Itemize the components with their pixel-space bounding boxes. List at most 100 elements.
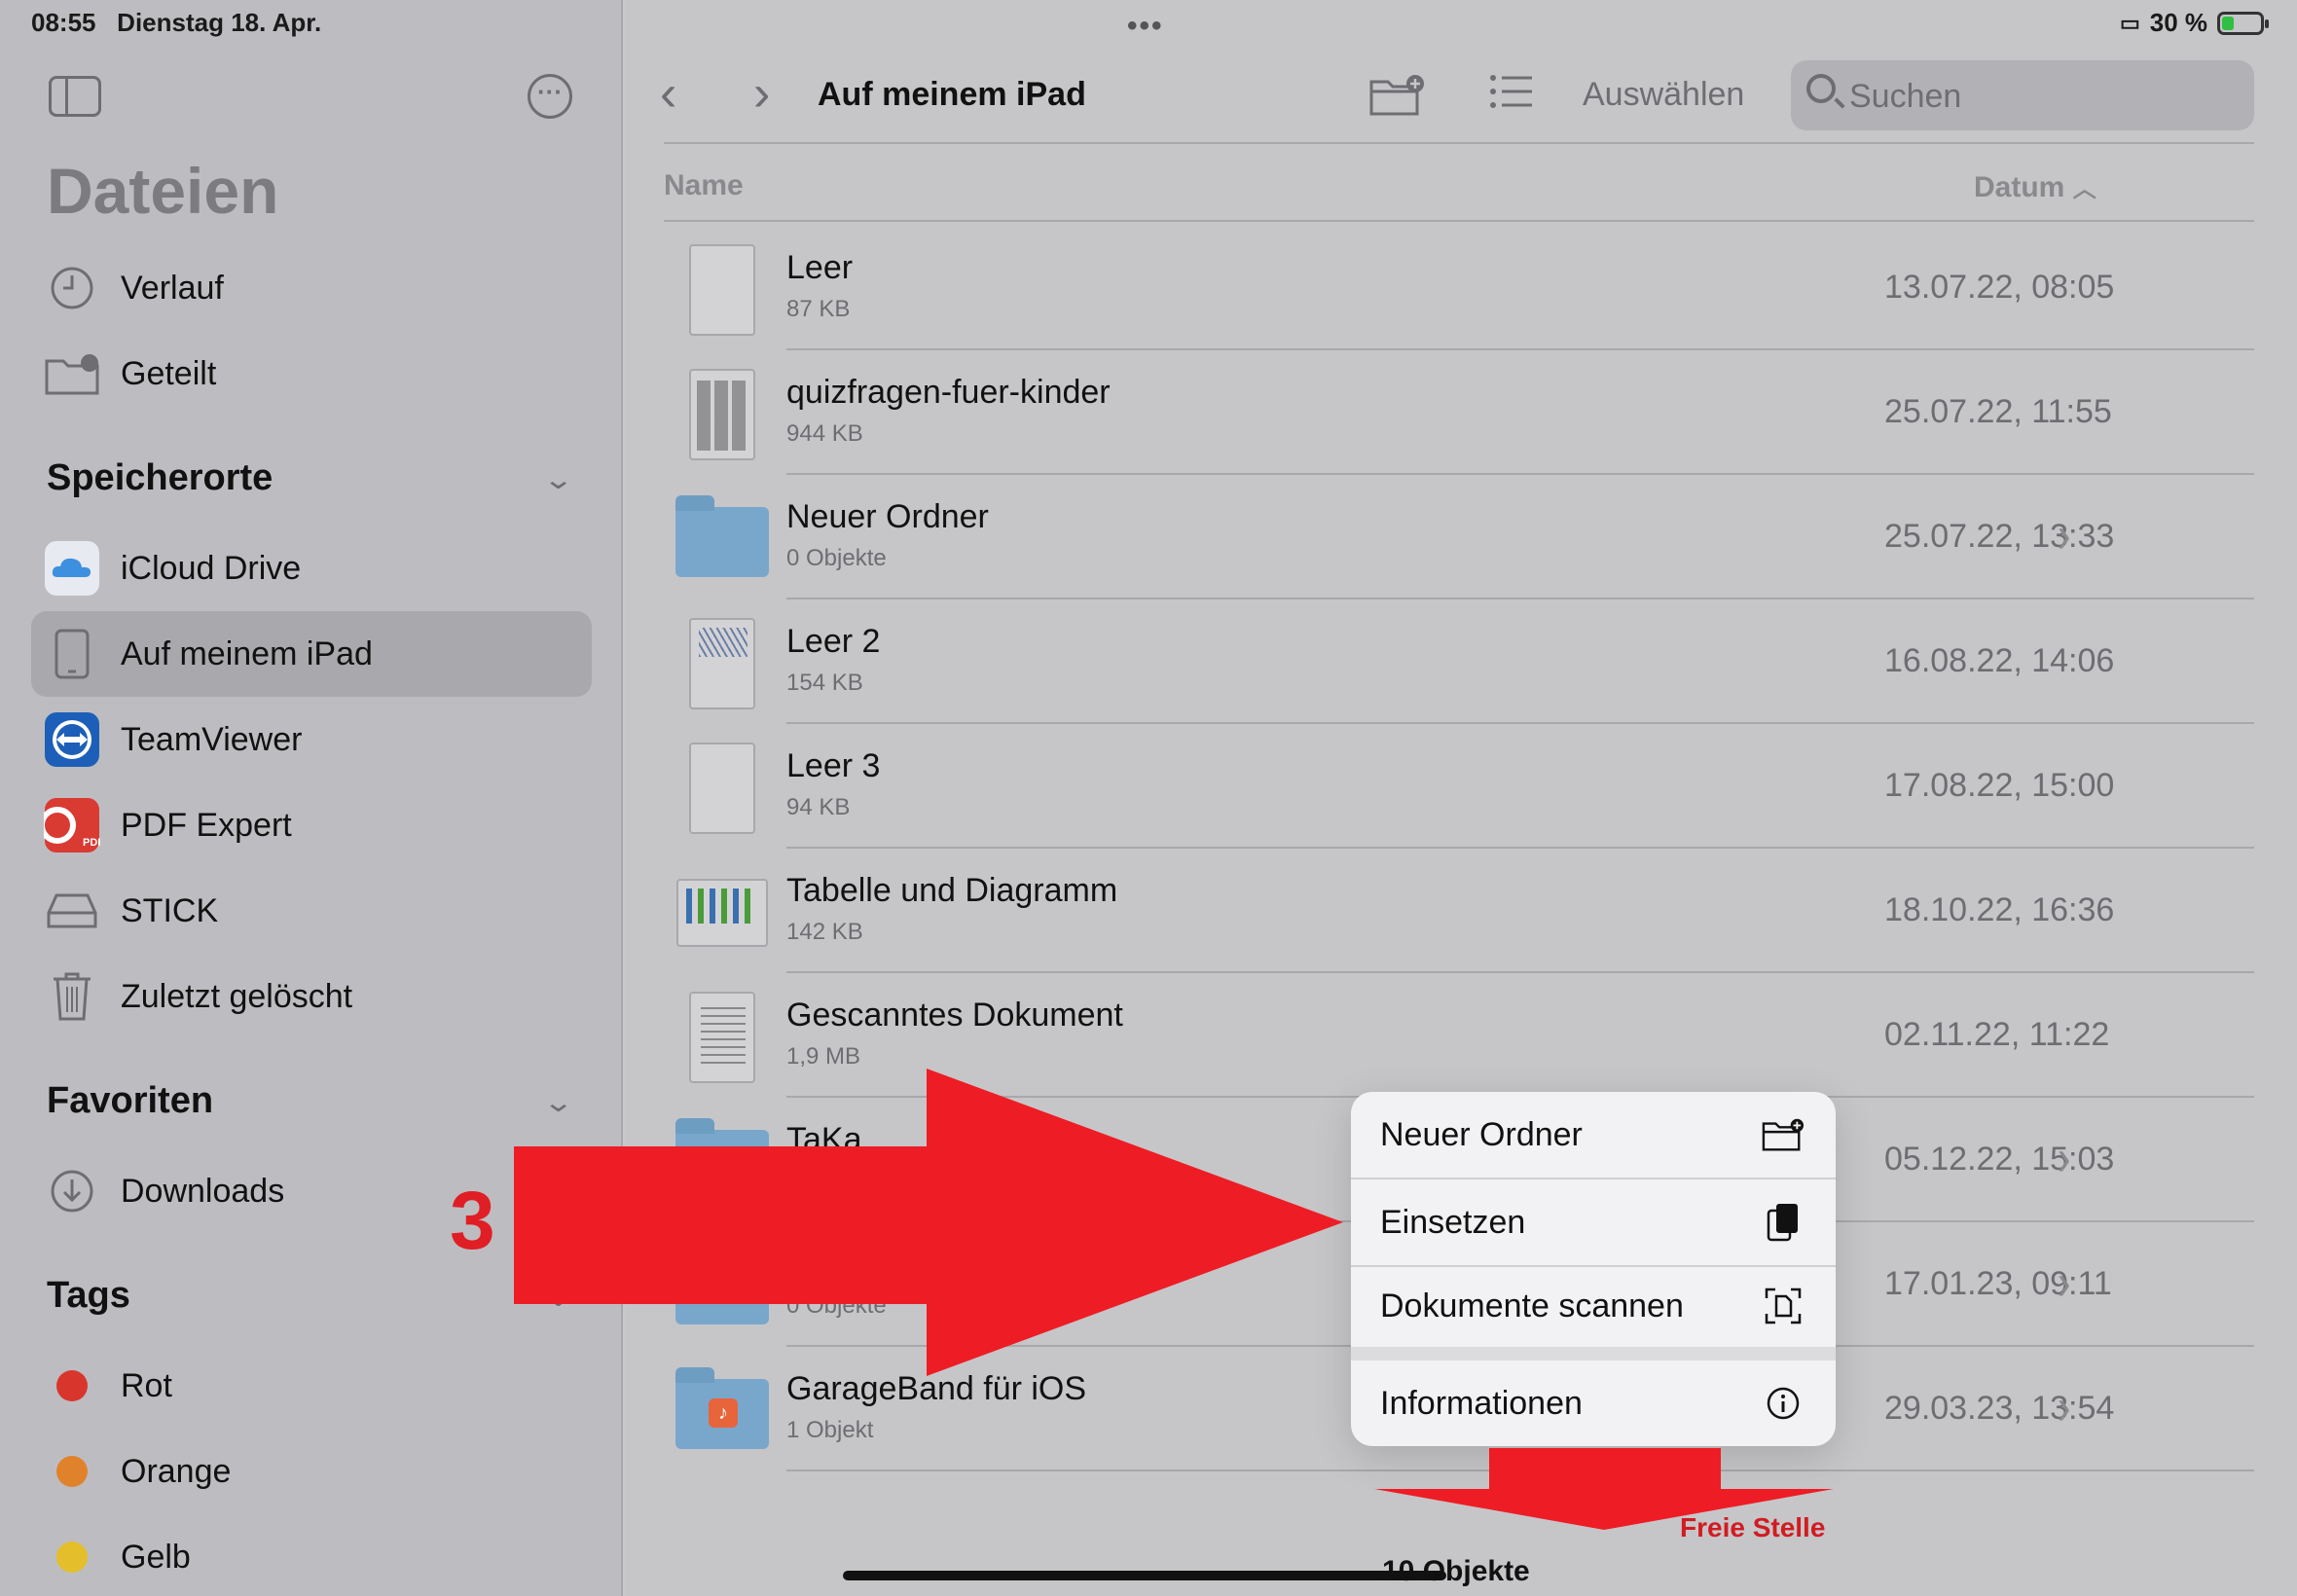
file-meta: 87 KB — [786, 296, 851, 322]
shared-folder-icon — [43, 345, 101, 403]
menu-item-new-folder[interactable]: Neuer Ordner — [1351, 1092, 1836, 1178]
svg-text:PDF: PDF — [83, 837, 100, 849]
file-date: 29.03.23, 13:54 — [1884, 1390, 2115, 1427]
menu-item-paste[interactable]: Einsetzen — [1351, 1179, 1836, 1265]
chevron-right-icon: › — [2058, 1130, 2071, 1186]
info-icon — [1762, 1382, 1805, 1425]
chevron-right-icon: › — [2058, 507, 2071, 563]
search-field[interactable] — [1791, 60, 2254, 130]
sidebar-item-tag-orange[interactable]: Orange — [31, 1429, 592, 1514]
garageband-icon: ♪ — [709, 1398, 738, 1428]
paste-icon — [1762, 1201, 1805, 1244]
file-name: Tabelle und Diagramm — [786, 872, 1118, 909]
toolbar-divider — [664, 142, 2254, 144]
new-folder-icon[interactable] — [1368, 74, 1425, 127]
menu-item-info[interactable]: Informationen — [1351, 1360, 1836, 1446]
sidebar-item-auf-meinem-ipad[interactable]: Auf meinem iPad — [31, 611, 592, 697]
file-date: 17.08.22, 15:00 — [1884, 767, 2115, 804]
file-row[interactable]: Leer 87 KB 13.07.22, 08:05 — [664, 226, 2254, 350]
menu-item-label: Einsetzen — [1380, 1203, 1526, 1241]
tag-color-dot — [56, 1456, 88, 1487]
item-count: 10 Objekte — [1382, 1555, 1530, 1587]
ipad-icon — [43, 625, 101, 683]
sidebar-item-label: Gelb — [121, 1538, 191, 1576]
section-title-locations: Speicherorte — [47, 457, 273, 498]
sidebar-item-zuletzt-geloescht[interactable]: Zuletzt gelöscht — [31, 954, 592, 1039]
file-row[interactable]: Tabelle und Diagramm 142 KB 18.10.22, 16:3… — [664, 849, 2254, 973]
file-row[interactable]: Neuer Ordner 0 Objekte 25.07.22, 13:33 › — [664, 475, 2254, 599]
file-row[interactable]: Leer 3 94 KB 17.08.22, 15:00 — [664, 724, 2254, 849]
home-indicator[interactable] — [843, 1571, 1446, 1580]
folder-icon: ♪ — [675, 1367, 769, 1449]
file-name: TaKa — [786, 1121, 862, 1158]
file-meta: 1 Objekt — [786, 1417, 874, 1443]
sidebar-item-label: PDF Expert — [121, 806, 292, 844]
pdf-expert-icon: PDF — [43, 796, 101, 854]
sidebar-item-verlauf[interactable]: Verlauf — [31, 245, 592, 331]
file-date: 17.01.23, 09:11 — [1884, 1265, 2112, 1302]
forward-chevron-icon[interactable]: › — [753, 64, 770, 123]
sidebar-item-tag-gelb[interactable]: Gelb — [31, 1514, 592, 1596]
chevron-down-icon[interactable]: ⌄ — [542, 1086, 574, 1118]
drive-icon — [43, 882, 101, 940]
sidebar-item-geteilt[interactable]: Geteilt — [31, 331, 592, 417]
multitasking-dots[interactable]: ••• — [1127, 10, 1164, 43]
column-header-date[interactable]: Datum ︿ — [1974, 169, 2096, 204]
chevron-right-icon: › — [2058, 1254, 2071, 1311]
scan-document-icon — [1762, 1285, 1805, 1327]
sidebar-item-label: Auf meinem iPad — [121, 635, 373, 672]
file-date: 25.07.22, 11:55 — [1884, 393, 2112, 430]
sidebar-item-stick[interactable]: STICK — [31, 868, 592, 954]
sidebar: ··· Dateien Verlauf Geteilt Speicherorte… — [0, 0, 623, 1596]
section-title-tags: Tags — [47, 1275, 130, 1316]
column-header-name[interactable]: Name — [664, 169, 744, 202]
file-name: Leer 3 — [786, 747, 881, 784]
sidebar-item-tag-rot[interactable]: Rot — [31, 1343, 592, 1429]
file-date: 25.07.22, 13:33 — [1884, 518, 2115, 555]
menu-item-label: Informationen — [1380, 1384, 1583, 1422]
file-meta: 142 KB — [786, 919, 863, 945]
header-divider — [664, 220, 2254, 222]
menu-item-scan-documents[interactable]: Dokumente scannen — [1351, 1263, 1836, 1349]
sidebar-item-label: Orange — [121, 1452, 232, 1490]
document-thumbnail-icon — [689, 369, 755, 460]
sidebar-item-label: TeamViewer — [121, 720, 303, 758]
status-time: 08:55 Dienstag 18. Apr. — [31, 8, 322, 37]
document-thumbnail-icon — [689, 743, 755, 834]
file-date: 05.12.22, 15:03 — [1884, 1141, 2115, 1178]
file-row[interactable]: quizfragen-fuer-kinder 944 KB 25.07.22, 11… — [664, 350, 2254, 475]
sidebar-item-teamviewer[interactable]: TeamViewer — [31, 697, 592, 782]
file-date: 13.07.22, 08:05 — [1884, 269, 2115, 306]
sidebar-item-pdf-expert[interactable]: PDF PDF Expert — [31, 782, 592, 868]
clock-icon — [43, 259, 101, 317]
status-right: ▭ 30 % — [2120, 8, 2269, 38]
sidebar-item-downloads[interactable]: Downloads — [31, 1148, 592, 1234]
back-chevron-icon[interactable]: ‹ — [660, 64, 676, 123]
select-button[interactable]: Auswählen — [1583, 76, 1744, 114]
list-view-icon[interactable] — [1489, 74, 1534, 119]
tag-color-dot — [56, 1542, 88, 1573]
battery-icon — [2217, 11, 2269, 35]
document-thumbnail-icon — [689, 244, 755, 336]
document-thumbnail-icon — [689, 618, 755, 709]
chevron-down-icon[interactable]: ⌄ — [542, 1281, 574, 1313]
sidebar-toggle-icon[interactable] — [49, 76, 101, 117]
folder-icon — [675, 495, 769, 577]
file-row[interactable]: Gescanntes Dokument 1,9 MB 02.11.22, 11:22 — [664, 973, 2254, 1098]
search-input[interactable] — [1849, 78, 2239, 116]
file-name: Leer 2 — [786, 623, 881, 660]
document-thumbnail-icon — [689, 992, 755, 1083]
chevron-down-icon[interactable]: ⌄ — [542, 463, 574, 495]
row-divider — [786, 1469, 2254, 1471]
teamviewer-icon — [43, 710, 101, 769]
sidebar-item-label: Geteilt — [121, 354, 217, 392]
search-icon — [1806, 74, 1836, 103]
file-name: quizfragen-fuer-kinder — [786, 374, 1111, 411]
more-options-icon[interactable]: ··· — [528, 74, 572, 119]
file-name: GarageBand für iOS — [786, 1370, 1087, 1407]
sidebar-item-label: Zuletzt gelöscht — [121, 977, 353, 1015]
file-row[interactable]: Leer 2 154 KB 16.08.22, 14:06 — [664, 599, 2254, 724]
file-meta: 0 Objekte — [786, 1292, 887, 1319]
sidebar-item-icloud[interactable]: iCloud Drive — [31, 526, 592, 611]
file-name: Leer — [786, 249, 854, 286]
